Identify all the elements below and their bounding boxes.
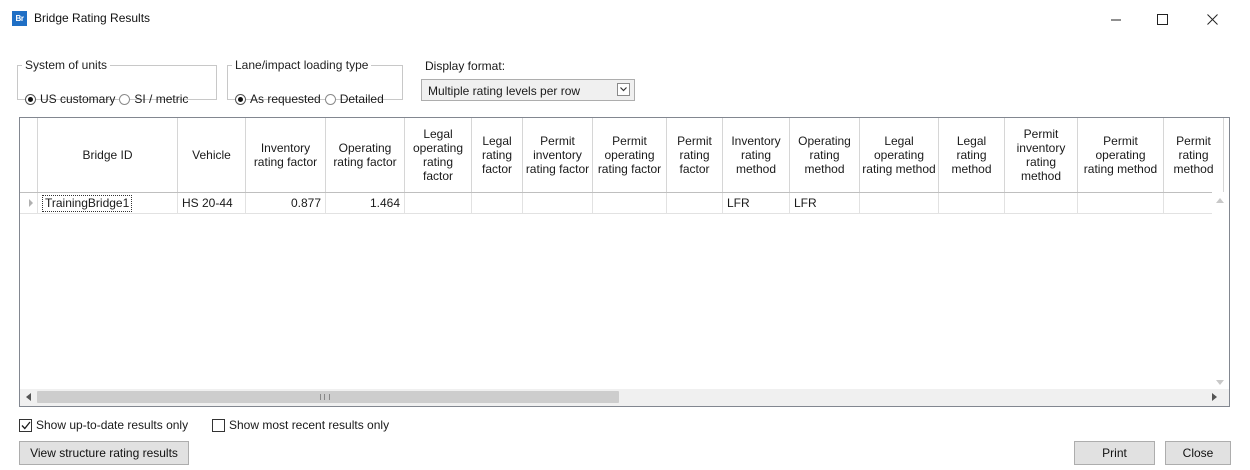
column-header[interactable]: Legal rating method	[938, 118, 1005, 193]
most-recent-option[interactable]: Show most recent results only	[212, 418, 389, 432]
column-header[interactable]: Permit rating factor	[666, 118, 723, 193]
table-cell[interactable]	[1077, 192, 1164, 214]
inventory-rating-method-cell[interactable]: LFR	[722, 192, 790, 214]
column-header[interactable]: Bridge ID	[37, 118, 178, 193]
print-button[interactable]: Print	[1074, 441, 1155, 465]
us-customary-radio[interactable]	[25, 93, 36, 105]
header-row: Bridge ID Vehicle Inventory rating facto…	[20, 118, 1224, 193]
results-grid[interactable]: Bridge ID Vehicle Inventory rating facto…	[19, 117, 1230, 407]
minimize-icon	[1110, 19, 1121, 20]
column-header[interactable]: Vehicle	[177, 118, 246, 193]
table-cell[interactable]	[859, 192, 939, 214]
chevron-down-icon[interactable]	[617, 83, 630, 96]
as-requested-radio[interactable]	[235, 93, 246, 105]
column-header[interactable]: Permit operating rating factor	[592, 118, 667, 193]
scroll-up-icon[interactable]	[1216, 198, 1224, 203]
view-structure-rating-results-button[interactable]: View structure rating results	[19, 441, 189, 465]
table-row[interactable]: TrainingBridge1 HS 20-44 0.877 1.464 LFR…	[20, 192, 1224, 214]
display-format-select[interactable]: Multiple rating levels per row	[421, 79, 635, 101]
column-header[interactable]: Inventory rating method	[722, 118, 790, 193]
system-of-units-group: System of units US customary SI / metric	[17, 58, 217, 106]
checkmark-icon	[21, 421, 31, 429]
horizontal-scroll-thumb[interactable]	[37, 391, 619, 403]
close-window-button[interactable]	[1190, 4, 1234, 34]
column-header[interactable]: Legal operating rating factor	[404, 118, 472, 193]
scroll-right-icon[interactable]	[1212, 393, 1217, 401]
scroll-left-icon[interactable]	[26, 393, 31, 401]
column-header[interactable]: Operating rating factor	[325, 118, 405, 193]
display-format-label: Display format:	[425, 59, 506, 73]
title-bar: Br Bridge Rating Results	[0, 0, 1250, 38]
row-header-corner	[20, 118, 38, 193]
grip-icon	[320, 394, 330, 400]
vehicle-cell[interactable]: HS 20-44	[177, 192, 246, 214]
si-metric-radio[interactable]	[119, 93, 131, 105]
column-header[interactable]: Permit operating rating method	[1077, 118, 1164, 193]
column-header[interactable]: Operating rating method	[789, 118, 860, 193]
table-cell[interactable]	[522, 192, 593, 214]
table-cell[interactable]	[1004, 192, 1078, 214]
table-cell[interactable]	[666, 192, 723, 214]
us-customary-label[interactable]: US customary	[40, 92, 115, 106]
system-of-units-legend: System of units	[25, 58, 108, 72]
as-requested-label[interactable]: As requested	[250, 92, 321, 106]
most-recent-checkbox[interactable]	[212, 418, 225, 432]
bridge-id-cell[interactable]: TrainingBridge1	[37, 192, 178, 214]
window-title: Bridge Rating Results	[34, 11, 151, 25]
display-format-value: Multiple rating levels per row	[428, 84, 581, 98]
inventory-rating-factor-cell[interactable]: 0.877	[245, 192, 326, 214]
maximize-button[interactable]	[1140, 4, 1184, 34]
app-icon: Br	[12, 11, 27, 26]
column-header[interactable]: Inventory rating factor	[245, 118, 326, 193]
column-header[interactable]: Legal operating rating method	[859, 118, 939, 193]
scroll-down-icon[interactable]	[1216, 380, 1224, 385]
detailed-radio[interactable]	[324, 93, 336, 105]
horizontal-scrollbar[interactable]	[20, 389, 1229, 406]
up-to-date-checkbox[interactable]	[19, 418, 32, 432]
close-icon	[1206, 13, 1218, 25]
close-button[interactable]: Close	[1165, 441, 1231, 465]
vertical-scrollbar[interactable]	[1212, 192, 1229, 391]
detailed-label[interactable]: Detailed	[340, 92, 384, 106]
lane-impact-group: Lane/impact loading type As requested De…	[227, 58, 403, 106]
row-selector[interactable]	[20, 192, 38, 214]
lane-impact-legend: Lane/impact loading type	[235, 58, 369, 72]
table-cell[interactable]	[938, 192, 1005, 214]
operating-rating-factor-cell[interactable]: 1.464	[325, 192, 405, 214]
up-to-date-option[interactable]: Show up-to-date results only	[19, 418, 188, 432]
results-table: Bridge ID Vehicle Inventory rating facto…	[20, 118, 1224, 214]
up-to-date-label[interactable]: Show up-to-date results only	[36, 418, 188, 432]
table-cell[interactable]	[471, 192, 523, 214]
maximize-icon	[1156, 13, 1168, 25]
operating-rating-method-cell[interactable]: LFR	[789, 192, 860, 214]
table-cell[interactable]	[404, 192, 472, 214]
minimize-button[interactable]	[1094, 4, 1138, 34]
table-cell[interactable]	[592, 192, 667, 214]
column-header[interactable]: Permit inventory rating factor	[522, 118, 593, 193]
column-header[interactable]: Legal rating factor	[471, 118, 523, 193]
most-recent-label[interactable]: Show most recent results only	[229, 418, 389, 432]
si-metric-label[interactable]: SI / metric	[134, 92, 188, 106]
column-header[interactable]: Permit inventory rating method	[1004, 118, 1078, 193]
column-header[interactable]: Permit rating method	[1163, 118, 1224, 193]
row-indicator-icon	[29, 199, 33, 207]
